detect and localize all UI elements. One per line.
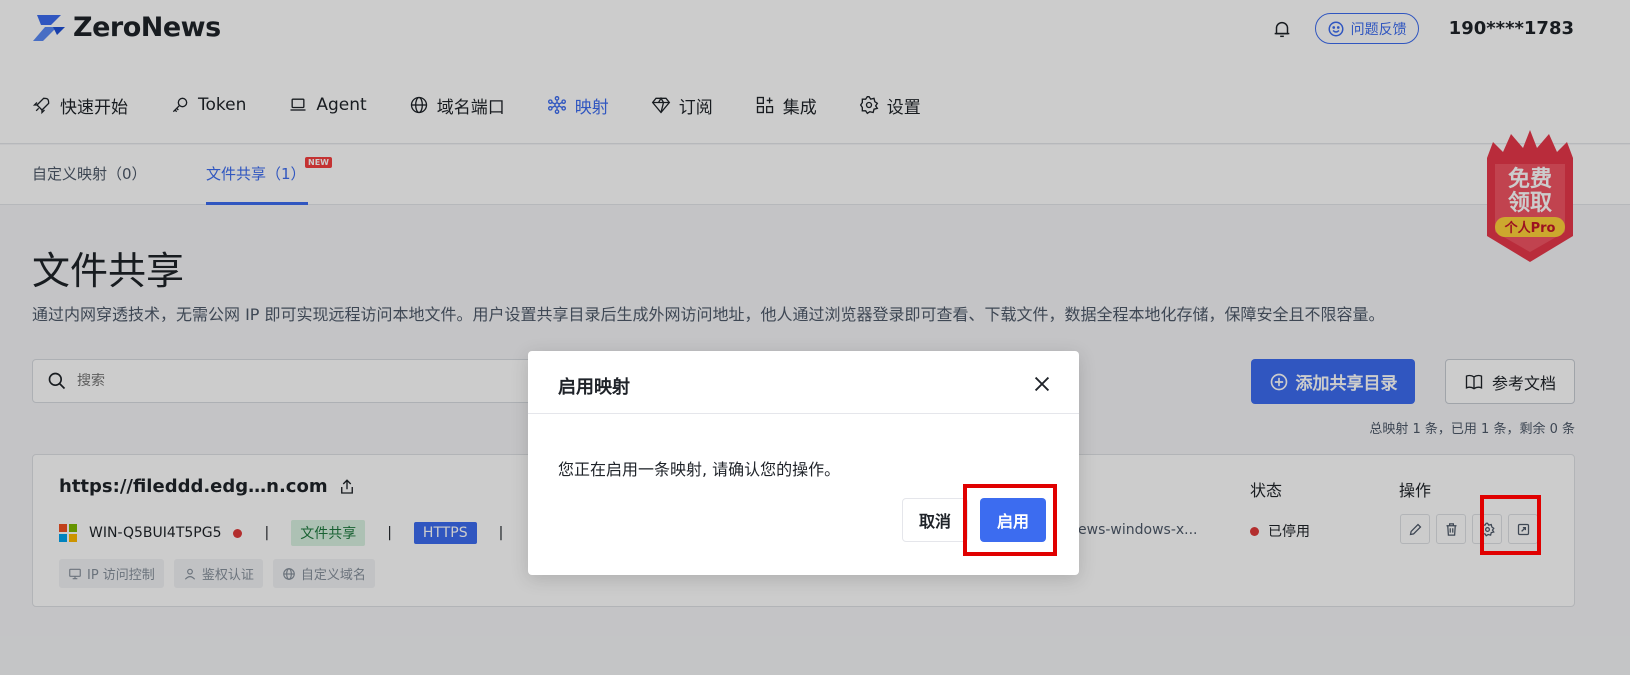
highlight-box-confirm [963, 484, 1057, 556]
close-icon[interactable] [1031, 373, 1053, 395]
dialog-title: 启用映射 [558, 377, 630, 398]
cancel-button[interactable]: 取消 [902, 498, 968, 542]
dialog-message: 您正在启用一条映射, 请确认您的操作。 [558, 460, 841, 479]
highlight-box-enable-action [1480, 495, 1541, 555]
dialog-divider [528, 413, 1079, 414]
